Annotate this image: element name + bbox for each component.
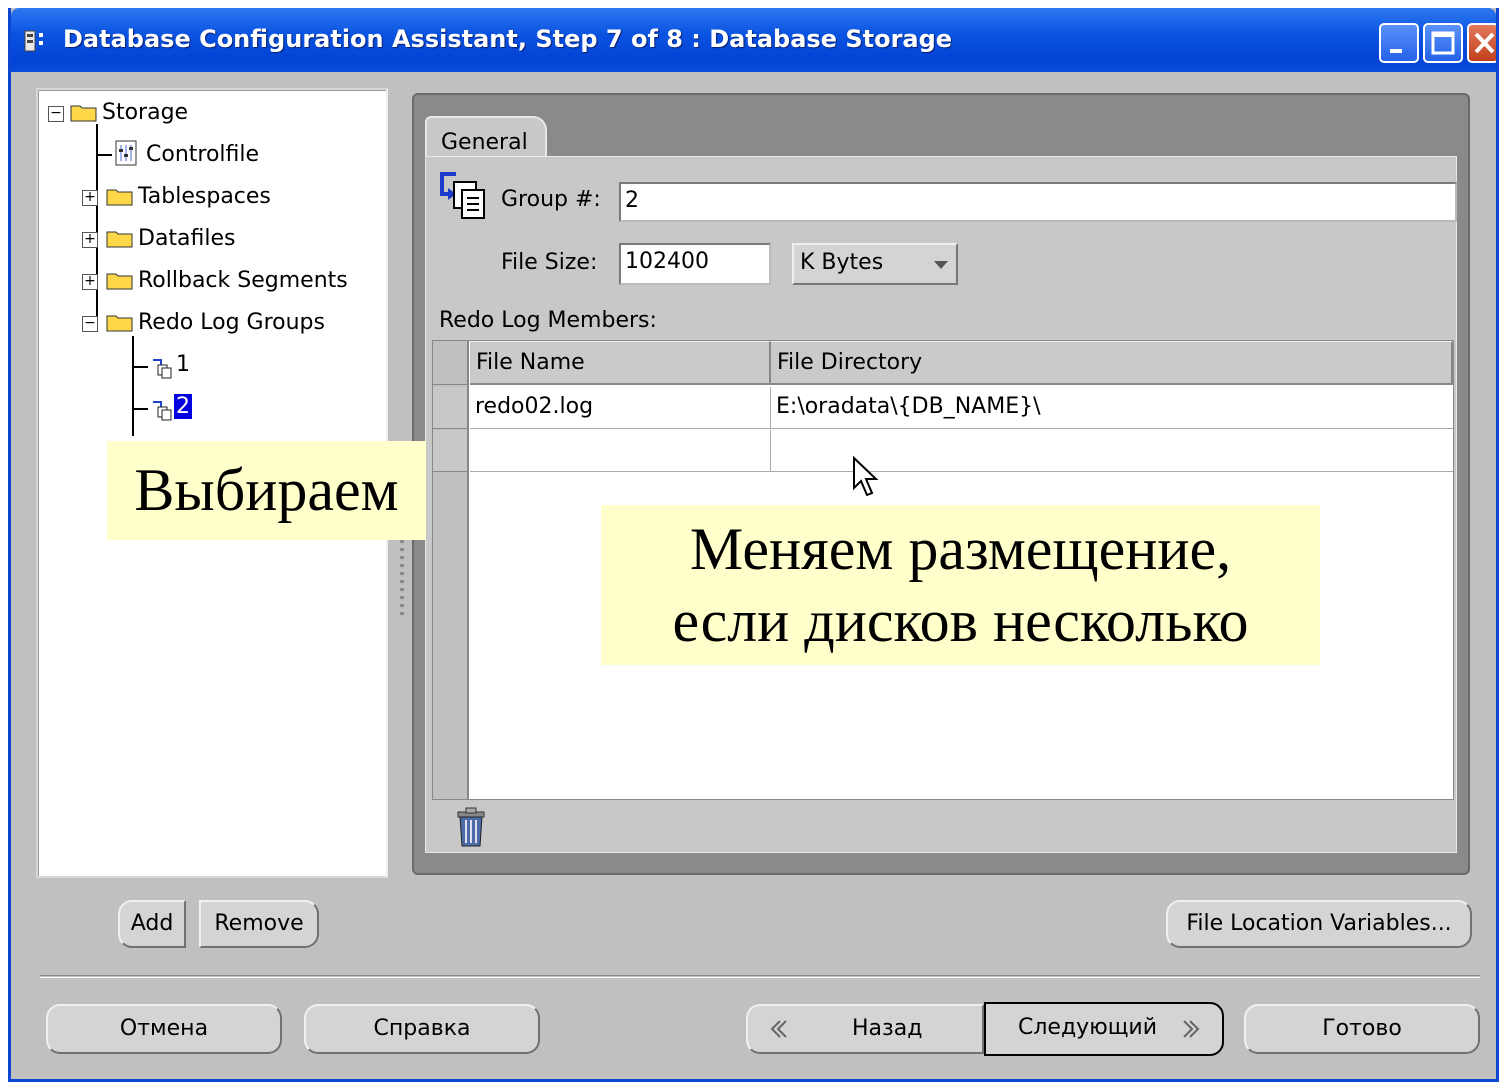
folder-icon bbox=[106, 315, 133, 332]
column-header-file-directory[interactable]: File Directory bbox=[771, 341, 1453, 385]
tab-general-label: General bbox=[441, 130, 528, 155]
close-button[interactable] bbox=[1467, 23, 1496, 63]
next-button[interactable]: Следующий bbox=[984, 1002, 1224, 1056]
tree-connector bbox=[132, 366, 148, 368]
back-button-label: Назад bbox=[852, 1016, 923, 1041]
tree-item-group-2-selected[interactable]: 2 bbox=[174, 394, 192, 419]
file-size-input[interactable]: 102400 bbox=[619, 243, 771, 285]
cancel-button[interactable]: Отмена bbox=[46, 1004, 282, 1054]
tree-item-tablespaces[interactable]: Tablespaces bbox=[138, 184, 271, 209]
minimize-icon bbox=[1390, 49, 1402, 53]
trash-icon[interactable] bbox=[454, 806, 488, 848]
minimize-button[interactable] bbox=[1379, 23, 1419, 63]
redo-group-large-icon bbox=[440, 172, 485, 219]
callout-line-2: если дисков несколько bbox=[672, 588, 1249, 654]
callout-line-1: Меняем размещение, bbox=[689, 516, 1232, 582]
finish-button[interactable]: Готово bbox=[1244, 1004, 1480, 1054]
add-button[interactable]: Add bbox=[118, 900, 186, 948]
redo-group-icon bbox=[153, 359, 172, 379]
callout-change-location: Меняем размещение, если дисков несколько bbox=[601, 505, 1320, 665]
help-button[interactable]: Справка bbox=[304, 1004, 540, 1054]
splitter-handle[interactable] bbox=[400, 540, 404, 615]
tree-item-redo-log-groups[interactable]: Redo Log Groups bbox=[138, 310, 325, 335]
divider bbox=[40, 975, 1480, 978]
size-unit-select[interactable]: K Bytes bbox=[792, 243, 958, 285]
folder-icon bbox=[106, 231, 133, 248]
redo-group-icon bbox=[153, 401, 172, 421]
table-cell-file-directory[interactable]: E:\oradata\{DB_NAME}\ bbox=[771, 387, 1453, 429]
chevron-down-icon bbox=[934, 261, 948, 269]
back-button[interactable]: Назад bbox=[746, 1004, 984, 1054]
redo-log-members-label: Redo Log Members: bbox=[439, 308, 657, 333]
expand-icon[interactable]: + bbox=[82, 274, 98, 290]
controlfile-icon bbox=[115, 140, 137, 166]
tree-connector bbox=[96, 154, 112, 156]
expand-icon[interactable]: + bbox=[82, 232, 98, 248]
tree-connector bbox=[132, 408, 148, 410]
window-title: Database Configuration Assistant, Step 7… bbox=[63, 25, 953, 53]
collapse-icon[interactable]: − bbox=[82, 316, 98, 332]
table-cell-file-name[interactable] bbox=[470, 430, 771, 472]
tree-item-datafiles[interactable]: Datafiles bbox=[138, 226, 236, 251]
remove-button[interactable]: Remove bbox=[199, 900, 319, 948]
next-button-label: Следующий bbox=[1018, 1015, 1158, 1040]
tree-item-rollback-segments[interactable]: Rollback Segments bbox=[138, 268, 348, 293]
maximize-icon bbox=[1431, 31, 1455, 55]
corner-cell bbox=[433, 341, 467, 385]
tree-item-group-1[interactable]: 1 bbox=[176, 352, 190, 377]
maximize-button[interactable] bbox=[1423, 23, 1463, 63]
file-size-label: File Size: bbox=[501, 250, 598, 275]
row-header[interactable] bbox=[433, 387, 467, 429]
column-header-file-name[interactable]: File Name bbox=[470, 341, 771, 385]
group-number-label: Group #: bbox=[501, 187, 601, 212]
folder-icon bbox=[106, 273, 133, 290]
mouse-cursor-icon bbox=[853, 456, 879, 497]
group-number-input[interactable]: 2 bbox=[619, 182, 1457, 222]
tree-connector bbox=[132, 336, 134, 436]
title-bar[interactable]: Database Configuration Assistant, Step 7… bbox=[11, 8, 1496, 72]
expand-icon[interactable]: + bbox=[82, 190, 98, 206]
close-icon bbox=[1474, 32, 1495, 54]
chevron-right-icon bbox=[1183, 1020, 1200, 1038]
folder-icon bbox=[106, 189, 133, 206]
file-location-variables-button[interactable]: File Location Variables... bbox=[1166, 900, 1472, 948]
tree-item-storage[interactable]: Storage bbox=[102, 100, 188, 125]
folder-icon bbox=[70, 105, 97, 122]
size-unit-value: K Bytes bbox=[800, 250, 884, 275]
chevron-left-icon bbox=[770, 1020, 787, 1038]
callout-select: Выбираем bbox=[107, 441, 426, 540]
tree-item-controlfile[interactable]: Controlfile bbox=[146, 142, 259, 167]
tree-connector bbox=[96, 124, 98, 176]
row-header[interactable] bbox=[433, 430, 467, 472]
collapse-icon[interactable]: − bbox=[48, 106, 64, 122]
database-app-icon bbox=[24, 30, 43, 52]
table-cell-file-name[interactable]: redo02.log bbox=[470, 387, 771, 429]
